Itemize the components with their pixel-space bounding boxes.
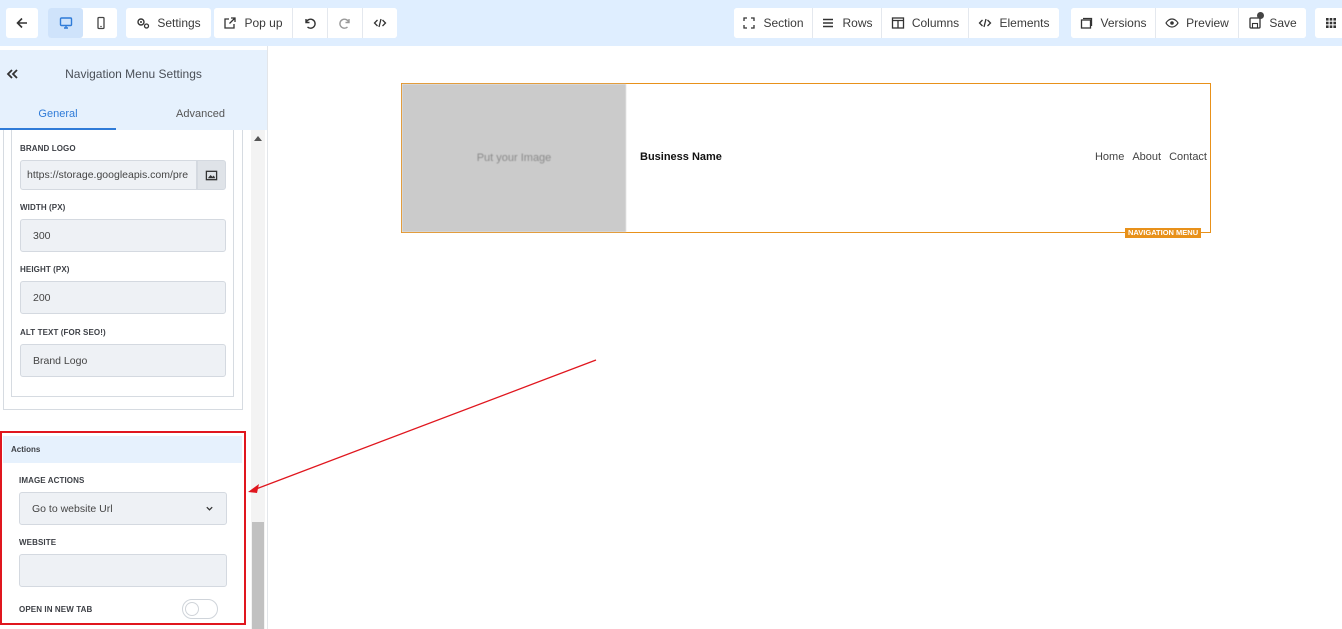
undo-button[interactable]: [293, 8, 327, 38]
versions-icon: [1081, 17, 1093, 29]
element-type-tag[interactable]: NAVIGATION MENU: [1125, 228, 1202, 238]
undo-icon: [305, 18, 316, 29]
grid-icon: [1326, 18, 1336, 28]
width-field[interactable]: 300: [20, 219, 226, 252]
navigation-menu-preview[interactable]: Put your Image Business Name Home About …: [401, 83, 1211, 233]
alt-text-label: ALT TEXT (FOR SEO!): [20, 328, 106, 337]
elements-button[interactable]: Elements: [969, 8, 1059, 38]
desktop-icon: [59, 17, 72, 29]
brand-logo-url-field[interactable]: https://storage.googleapis.com/pre: [20, 160, 197, 190]
mobile-view-button[interactable]: [84, 8, 117, 38]
tab-advanced[interactable]: Advanced: [134, 100, 267, 130]
tab-general[interactable]: General: [0, 100, 116, 130]
columns-button[interactable]: Columns: [882, 8, 968, 38]
columns-icon: [891, 17, 904, 29]
code-icon: [373, 18, 387, 28]
rows-label: Rows: [842, 16, 873, 30]
nav-link-about[interactable]: About: [1132, 151, 1161, 163]
top-toolbar: Settings Pop up Section Rows Columns Ele…: [0, 0, 1342, 46]
mobile-icon: [96, 16, 105, 30]
popup-label: Pop up: [244, 16, 283, 30]
image-icon: [205, 170, 218, 180]
elements-label: Elements: [999, 16, 1050, 30]
nav-link-contact[interactable]: Contact: [1169, 151, 1207, 163]
desktop-view-button[interactable]: [48, 8, 83, 38]
section-icon: [743, 17, 756, 29]
brand-logo-placeholder[interactable]: Put your Image: [402, 84, 626, 232]
unsaved-dot: [1257, 12, 1265, 19]
versions-label: Versions: [1100, 16, 1147, 30]
redo-icon: [339, 18, 350, 29]
sidebar-title: Navigation Menu Settings: [65, 67, 202, 81]
eye-icon: [1165, 18, 1179, 28]
external-link-icon: [224, 17, 237, 29]
nav-links: Home About Contact: [1095, 151, 1207, 163]
gears-icon: [137, 18, 150, 29]
sidebar-tabs: General Advanced: [0, 100, 267, 130]
redo-button[interactable]: [328, 8, 362, 38]
business-name[interactable]: Business Name: [640, 151, 722, 163]
height-label: HEIGHT (PX): [20, 265, 70, 274]
image-placeholder-text: Put your Image: [476, 152, 552, 164]
nav-link-home[interactable]: Home: [1095, 151, 1124, 163]
alt-text-field[interactable]: Brand Logo: [20, 344, 226, 377]
rows-button[interactable]: Rows: [813, 8, 881, 38]
code-icon: [979, 18, 992, 28]
save-icon-wrap: [1248, 12, 1265, 30]
versions-button[interactable]: Versions: [1071, 8, 1155, 38]
rows-icon: [823, 18, 834, 28]
settings-button[interactable]: Settings: [126, 8, 211, 38]
scroll-thumb[interactable]: [252, 522, 264, 629]
brand-logo-label: BRAND LOGO: [20, 144, 76, 153]
code-button[interactable]: [363, 8, 397, 38]
preview-button[interactable]: Preview: [1156, 8, 1238, 38]
preview-label: Preview: [1186, 16, 1229, 30]
height-field[interactable]: 200: [20, 281, 226, 314]
back-button[interactable]: [6, 8, 38, 38]
sidebar-scrollbar[interactable]: [251, 130, 265, 629]
section-button[interactable]: Section: [734, 8, 812, 38]
arrow-left-icon: [16, 17, 27, 29]
settings-label: Settings: [157, 16, 201, 30]
apps-menu-button[interactable]: [1315, 8, 1342, 38]
popup-button[interactable]: Pop up: [214, 8, 292, 38]
save-button[interactable]: Save: [1239, 8, 1306, 38]
save-label: Save: [1269, 16, 1297, 30]
columns-label: Columns: [911, 16, 960, 30]
actions-highlight-box: [0, 431, 246, 625]
choose-image-button[interactable]: [197, 160, 226, 190]
section-label: Section: [763, 16, 804, 30]
width-label: WIDTH (PX): [20, 203, 66, 212]
scroll-up-arrow-icon[interactable]: [254, 136, 262, 141]
sidebar-header: Navigation Menu Settings: [0, 50, 267, 100]
